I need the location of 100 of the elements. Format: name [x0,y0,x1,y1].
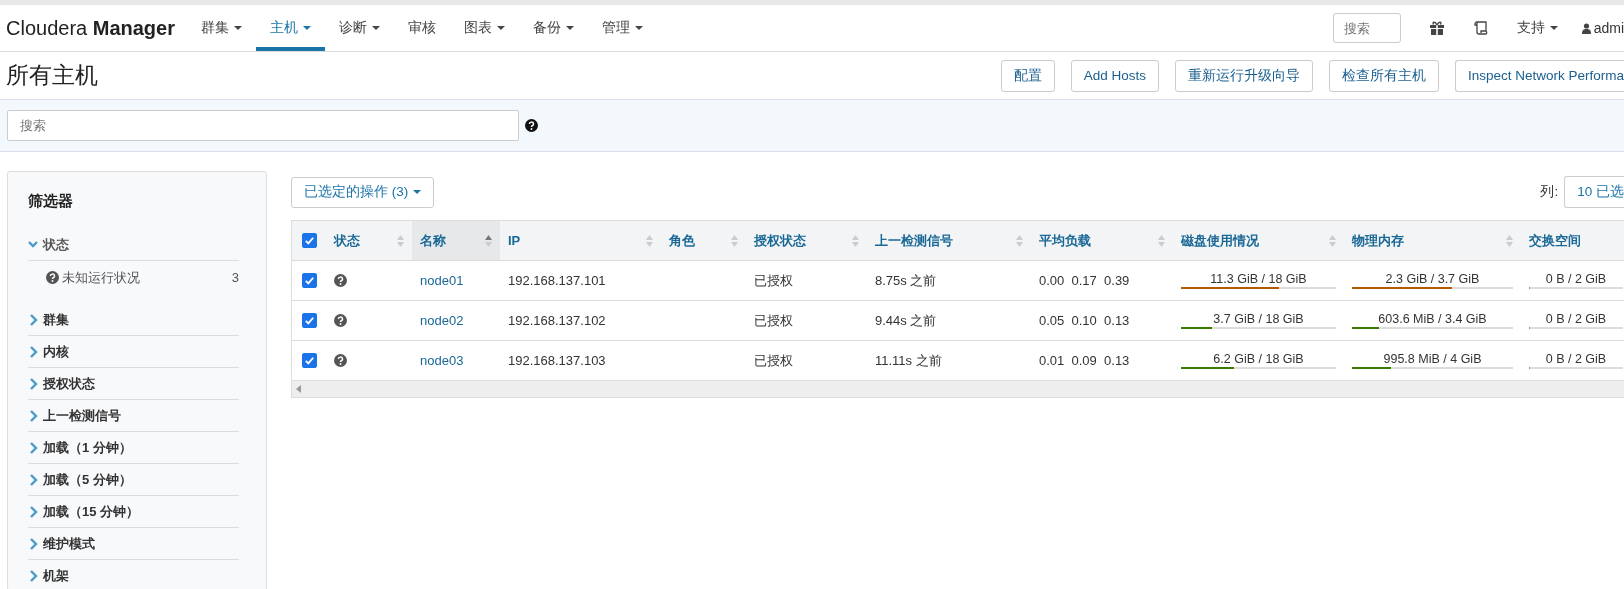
table-cell: 192.168.137.103 [508,353,606,368]
usage-reading: 0 B / 2 GiB [1544,312,1608,326]
column-header[interactable]: IP [500,221,661,260]
checkmark-icon [303,355,315,366]
nav-menu-item[interactable]: 管理 [587,5,657,51]
column-header[interactable]: 磁盘使用情况 [1173,221,1344,260]
scroll-left-icon[interactable] [296,385,301,393]
chevron-icon [28,537,38,550]
help-icon [334,314,347,327]
selected-actions-button[interactable]: 已选定的操作 (3) [291,176,435,208]
chevron-icon [28,505,38,518]
column-header[interactable]: 交换空间 [1521,221,1624,260]
user-menu[interactable]: admi [1581,20,1624,36]
sort-icon [397,234,404,247]
host-link[interactable]: node03 [420,353,464,368]
host-link[interactable]: node01 [420,273,464,288]
column-header[interactable]: 状态 [326,221,412,260]
action-button[interactable]: 重新运行升级向导 [1174,59,1313,92]
sort-icon [731,234,738,247]
table-cell: 8.75s 之前 [875,271,937,290]
horizontal-scrollbar[interactable] [292,381,1624,397]
filter-section[interactable]: 状态 [28,229,239,261]
filter-section[interactable]: 群集 [28,304,239,336]
filter-section[interactable]: 加载（15 分钟） [28,496,239,528]
action-button[interactable]: 检查所有主机 [1328,59,1439,92]
sort-icon [1016,234,1023,247]
filter-section[interactable]: 内核 [28,336,239,368]
usage-reading: 0 B / 2 GiB [1544,352,1608,366]
table-cell: 已授权 [754,271,793,290]
nav-menu-item[interactable]: 审核 [393,5,450,51]
scroll-icon[interactable] [1472,20,1489,36]
usage-reading: 6.2 GiB / 18 GiB [1212,352,1305,366]
table-cell: 9.44s 之前 [875,311,937,330]
gift-icon[interactable] [1428,20,1445,36]
filter-section[interactable]: 加载（5 分钟） [28,464,239,496]
sort-icon [485,234,492,247]
chevron-icon [28,569,38,582]
caret-icon [302,26,311,30]
table-cell: 192.168.137.101 [508,273,606,288]
host-link[interactable]: node02 [420,313,464,328]
column-header[interactable]: 上一检测信号 [867,221,1031,260]
usage-reading: 995.8 MiB / 4 GiB [1382,352,1483,366]
action-button[interactable]: Inspect Network Performa [1454,59,1624,92]
column-header[interactable]: 名称 [412,221,500,260]
table-cell: 11.11s 之前 [875,351,942,370]
help-icon [334,354,347,367]
nav-menu-item[interactable]: 诊断 [324,5,394,51]
table-cell: 0.01 0.09 0.13 [1039,353,1130,368]
checkmark-icon [303,275,315,286]
chevron-icon [28,409,38,422]
nav-menu-item[interactable]: 备份 [518,5,588,51]
column-header[interactable]: 角色 [661,221,746,260]
sort-icon [1329,234,1336,247]
table-cell: 192.168.137.102 [508,313,606,328]
page-title: 所有主机 [6,61,98,90]
filter-section[interactable]: 维护模式 [28,528,239,560]
row-checkbox[interactable] [301,313,317,328]
row-checkbox[interactable] [301,353,317,368]
sort-icon [1506,234,1513,247]
caret-icon [233,26,242,30]
chevron-icon [28,473,38,486]
sort-icon [852,234,859,247]
help-icon[interactable] [525,119,538,132]
select-all-checkbox[interactable] [301,233,317,248]
column-header[interactable]: 授权状态 [746,221,867,260]
action-button[interactable]: Add Hosts [1070,59,1159,92]
filter-section[interactable]: 上一检测信号 [28,400,239,432]
nav-menu-item[interactable]: 主机 [255,5,325,51]
sort-icon [1158,234,1165,247]
nav-menu-item[interactable]: 群集 [186,5,256,51]
caret-icon [634,26,643,30]
user-icon [1581,22,1591,34]
usage-reading: 3.7 GiB / 18 GiB [1212,312,1305,326]
table-cell: 0.00 0.17 0.39 [1039,273,1130,288]
action-button[interactable]: 配置 [1000,59,1055,92]
column-header[interactable]: 平均负载 [1031,221,1173,260]
caret-icon [413,190,422,194]
filter-section[interactable]: 加载（1 分钟） [28,432,239,464]
support-menu[interactable]: 支持 [1502,5,1572,51]
usage-reading: 2.3 GiB / 3.7 GiB [1384,272,1481,286]
caret-icon [565,26,574,30]
brand-logo[interactable]: Cloudera Manager [6,16,175,40]
columns-dropdown[interactable]: 10 已选 [1564,176,1624,208]
row-checkbox[interactable] [301,273,317,288]
chevron-icon [28,313,38,326]
column-header[interactable]: 物理内存 [1344,221,1521,260]
nav-menu-item[interactable]: 图表 [449,5,519,51]
usage-reading: 11.3 GiB / 18 GiB [1209,272,1308,286]
filter-option[interactable]: 未知运行状况 [62,268,229,287]
table-cell: 0.05 0.10 0.13 [1039,313,1130,328]
search-field[interactable]: 搜索 [1332,13,1401,43]
search-field[interactable]: 搜索 [7,110,519,141]
help-icon [46,271,59,284]
checkmark-icon [303,235,315,246]
usage-reading: 0 B / 2 GiB [1544,272,1608,286]
chevron-icon [28,345,38,358]
columns-label: 列: [1540,183,1559,201]
caret-icon [371,26,380,30]
filter-section[interactable]: 机架 [28,560,239,589]
filter-section[interactable]: 授权状态 [28,368,239,400]
